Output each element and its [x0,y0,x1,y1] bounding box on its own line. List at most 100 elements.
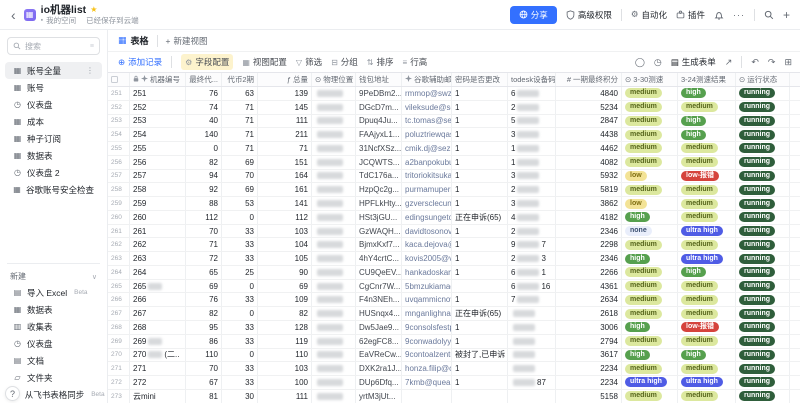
cell-email[interactable]: tc.tomas@sez... [402,115,452,128]
cell-wallet[interactable]: 4hY4crtC... [356,252,402,265]
cell-email[interactable]: cmik.dj@sezna... [402,142,452,155]
cell-wallet[interactable]: 9PeDBm2... [356,87,402,100]
cell-email[interactable]: kovis2005@vol... [402,252,452,265]
cell-pwd_changed[interactable]: 1 [452,128,508,141]
cell-wallet[interactable]: yrtM3jUt... [356,390,402,403]
cell-speed_330[interactable]: high [622,349,678,362]
cell-wallet[interactable]: Dpuq4Ju... [356,115,402,128]
cell-wallet[interactable]: EaVReCw... [356,349,402,362]
cell-final_score[interactable]: 4082 [556,156,622,169]
cell-todesk[interactable]: 7 [508,293,556,306]
cell-todesk[interactable]: 1 [508,156,556,169]
cell-machine[interactable]: 257 [130,170,186,183]
cell-speed_324[interactable]: high [678,266,736,279]
cell-wallet[interactable]: DXK2ra1J... [356,362,402,375]
cell-status[interactable]: running [736,142,790,155]
cell-email[interactable]: rmmop@swzn... [402,87,452,100]
cell-email[interactable]: purmamuperna... [402,183,452,196]
notifications-bell-icon[interactable] [714,10,724,20]
sidebar-create-收集表[interactable]: ▥收集表 [5,318,102,335]
cell-status[interactable]: running [736,225,790,238]
cell-wallet[interactable]: DUp6Dfq... [356,376,402,389]
cell-wallet[interactable]: TdC176a... [356,170,402,183]
cell-final_tokens[interactable]: 112 [186,211,222,224]
cell-checkbox[interactable]: 254 [108,128,130,141]
cell-final_score[interactable]: 4361 [556,280,622,293]
cell-email[interactable]: honza.filip@ce... [402,362,452,375]
cell-todesk[interactable]: 61 [508,266,556,279]
more-dots-icon[interactable]: ⋮ [86,66,94,75]
cell-machine[interactable]: 267 [130,307,186,320]
cell-machine[interactable]: 270(二.. [130,349,186,362]
cell-speed_324[interactable]: low-报错 [678,170,736,183]
cell-wallet[interactable]: 31NcfXSz... [356,142,402,155]
sidebar-item-种子订阅[interactable]: ▦种子订阅 [5,130,102,147]
cell-todesk[interactable] [508,390,556,403]
cell-speed_330[interactable]: ultra high [622,376,678,389]
cell-final_score[interactable]: 2266 [556,266,622,279]
cell-wallet[interactable]: GzWAQH... [356,225,402,238]
search-icon[interactable] [764,10,774,20]
sidebar-item-谷歌账号安全检查[interactable]: ▦谷歌账号安全检查 [5,181,102,198]
cell-total[interactable]: 211 [258,128,312,141]
cell-final_tokens[interactable]: 71 [186,238,222,251]
cell-pwd_changed[interactable]: 正在申诉(65) [452,211,508,224]
cell-status[interactable]: running [736,183,790,196]
cell-todesk[interactable]: 5 [508,115,556,128]
cell-checkbox[interactable]: 266 [108,293,130,306]
cell-tokens_p2[interactable]: 25 [222,266,258,279]
sidebar-create-文档[interactable]: ▤文档 [5,352,102,369]
cell-total[interactable]: 82 [258,307,312,320]
cell-final_score[interactable]: 4462 [556,142,622,155]
share-button[interactable]: 分享 [510,6,557,24]
cell-todesk[interactable] [508,321,556,334]
cell-status[interactable]: running [736,211,790,224]
cell-machine[interactable]: 云mini [130,390,186,403]
table-row[interactable]: 2662667633109F4n3NEh...uvqammicno91...17… [108,293,800,307]
cell-location[interactable] [312,87,356,100]
cell-speed_324[interactable]: ultra high [678,252,736,265]
cell-email[interactable]: hankadoskarov... [402,266,452,279]
cell-total[interactable]: 103 [258,225,312,238]
cell-pwd_changed[interactable]: 1 [452,238,508,251]
cell-machine[interactable]: 263 [130,252,186,265]
table-row[interactable]: 26726782082HUSnqx4...mnganlighnas...正在申诉… [108,307,800,321]
cell-final_score[interactable]: 2794 [556,335,622,348]
cell-email[interactable]: 5bmzukiamagu... [402,280,452,293]
view-config-button[interactable]: ▦ 视图配置 [242,56,287,68]
table-row[interactable]: 26326372331054hY4crtC...kovis2005@vol...… [108,252,800,266]
table-row[interactable]: 2612617033103GzWAQH...davidtosonovja...1… [108,225,800,239]
cell-email[interactable]: 9conwadolyy@... [402,335,452,348]
cell-total[interactable]: 139 [258,87,312,100]
cell-checkbox[interactable]: 271 [108,362,130,375]
cell-total[interactable]: 111 [258,115,312,128]
cell-pwd_changed[interactable]: 1 [452,170,508,183]
cell-speed_324[interactable]: medium [678,280,736,293]
sidebar-create-仪表盘[interactable]: ◷仪表盘 [5,335,102,352]
undo-icon[interactable]: ↶ [751,57,759,68]
cell-wallet[interactable]: FAAjyxL1... [356,128,402,141]
cell-final_tokens[interactable]: 65 [186,266,222,279]
cell-final_score[interactable]: 3617 [556,349,622,362]
cell-speed_330[interactable]: high [622,252,678,265]
cell-total[interactable]: 104 [258,238,312,251]
cell-machine[interactable]: 252 [130,101,186,114]
cell-machine[interactable]: 269 [130,335,186,348]
cell-email[interactable]: kaca.dejova@s... [402,238,452,251]
cell-checkbox[interactable]: 272 [108,376,130,389]
cell-tokens_p2[interactable]: 33 [222,293,258,306]
cell-machine[interactable]: 253 [130,115,186,128]
cell-checkbox[interactable]: 270 [108,349,130,362]
cell-tokens_p2[interactable]: 33 [222,225,258,238]
cell-final_tokens[interactable]: 69 [186,280,222,293]
cell-checkbox[interactable]: 268 [108,321,130,334]
cell-location[interactable] [312,335,356,348]
cell-status[interactable]: running [736,101,790,114]
cell-location[interactable] [312,349,356,362]
cell-final_tokens[interactable]: 76 [186,87,222,100]
advanced-permissions-button[interactable]: 高级权限 [566,9,612,21]
cell-email[interactable]: 9consolsfestpil... [402,321,452,334]
cell-pwd_changed[interactable]: 正在申诉(65) [452,307,508,320]
add-record-button[interactable]: ⊕ 添加记录 [118,56,162,68]
table-row[interactable]: 2682689533128Dw5Jae9...9consolsfestpil..… [108,321,800,335]
